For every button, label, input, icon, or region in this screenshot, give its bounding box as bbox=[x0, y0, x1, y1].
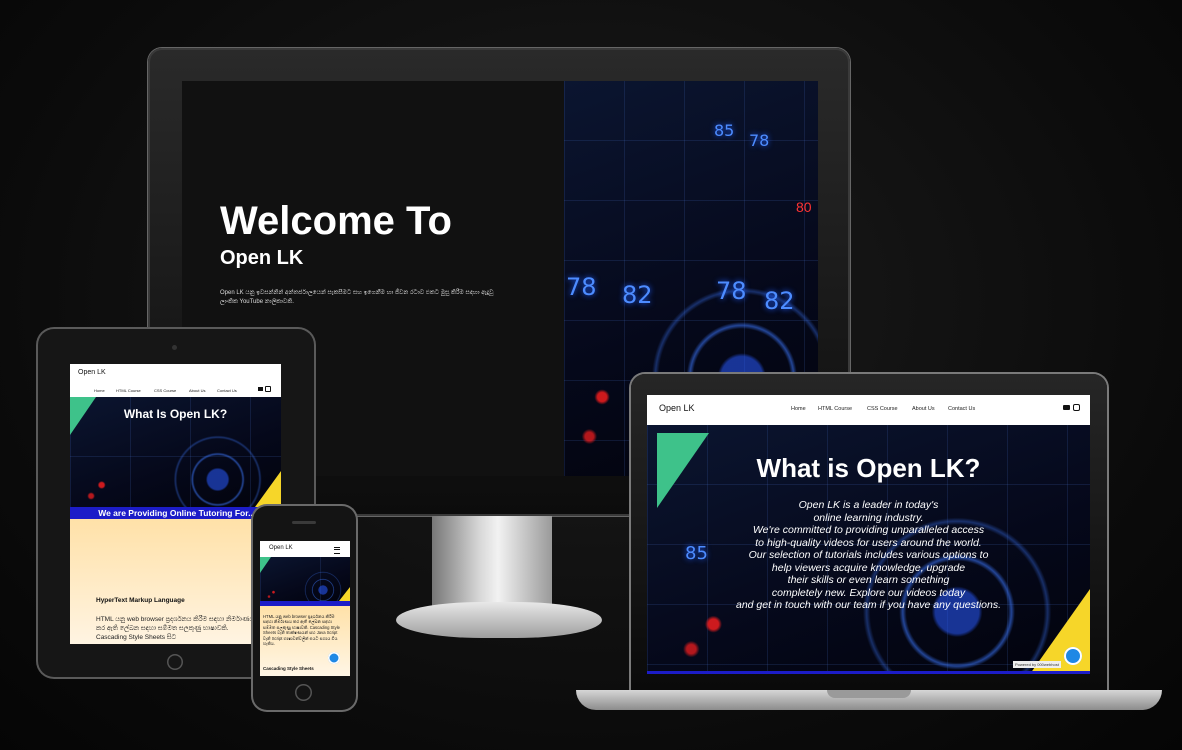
hud-digit: 82 bbox=[622, 281, 653, 309]
hero-subtitle: Open LK bbox=[220, 247, 304, 269]
instagram-icon[interactable] bbox=[1073, 404, 1080, 411]
nav-about-us[interactable]: About Us bbox=[912, 406, 935, 412]
monitor-base bbox=[396, 602, 602, 638]
section-title: HyperText Markup Language bbox=[96, 597, 185, 604]
hud-digit: 78 bbox=[566, 273, 597, 301]
laptop-notch bbox=[827, 690, 911, 698]
brand-logo[interactable]: Open LK bbox=[269, 545, 293, 551]
nav-home[interactable]: Home bbox=[94, 388, 105, 393]
nav-about-us[interactable]: About Us bbox=[189, 388, 205, 393]
hud-digit: 80 bbox=[796, 199, 812, 215]
section-text: HTML යනු web browser ප්‍රදර්ශනය කිරීම සඳ… bbox=[263, 614, 340, 647]
chat-bubble-icon[interactable] bbox=[1064, 647, 1082, 665]
tutoring-banner: We are Providing Online Tutoring For.. bbox=[70, 507, 281, 519]
nav-contact-us[interactable]: Contact Us bbox=[948, 406, 975, 412]
phone-navbar: Open LK bbox=[260, 541, 350, 557]
nav-css-course[interactable]: CSS Course bbox=[867, 406, 898, 412]
phone-speaker bbox=[292, 521, 316, 524]
section-title: Cascading Style Sheets bbox=[263, 666, 314, 671]
tablet-hero: What Is Open LK? bbox=[70, 397, 281, 507]
hero-title: What Is Open LK? bbox=[123, 407, 228, 421]
tablet-camera bbox=[172, 345, 177, 350]
phone-hero bbox=[260, 557, 350, 601]
monitor-stand bbox=[432, 516, 552, 611]
hud-digit: 85 bbox=[714, 121, 735, 140]
nav-html-course[interactable]: HTML Course bbox=[818, 406, 852, 412]
tablet-home-button[interactable] bbox=[167, 654, 183, 670]
chat-bubble-icon[interactable] bbox=[328, 652, 340, 664]
green-triangle bbox=[260, 557, 271, 573]
laptop-hero: What is Open LK? Open LK is a leader in … bbox=[647, 425, 1090, 674]
youtube-icon[interactable] bbox=[1063, 405, 1070, 410]
phone-home-button[interactable] bbox=[295, 684, 312, 701]
hero-title: Welcome To bbox=[220, 199, 452, 243]
hud-digit: 82 bbox=[764, 287, 795, 315]
laptop-navbar: Open LK Home HTML Course CSS Course Abou… bbox=[647, 395, 1090, 425]
nav-css-course[interactable]: CSS Course bbox=[154, 388, 176, 393]
nav-contact-us[interactable]: Contact Us bbox=[217, 388, 237, 393]
tablet-content: HyperText Markup Language HTML යනු web b… bbox=[70, 519, 281, 644]
yellow-triangle bbox=[255, 471, 281, 507]
hud-digit: 85 bbox=[685, 543, 708, 564]
powered-badge[interactable]: Powered by 000webhost bbox=[1013, 661, 1061, 668]
yellow-triangle bbox=[339, 587, 350, 601]
hud-digit: 78 bbox=[716, 277, 747, 305]
phone-screen: Open LK HTML යනු web browser ප්‍රදර්ශනය … bbox=[260, 541, 350, 676]
brand-logo[interactable]: Open LK bbox=[78, 369, 106, 376]
nav-home[interactable]: Home bbox=[791, 406, 806, 412]
instagram-icon[interactable] bbox=[265, 386, 271, 392]
hud-digit: 78 bbox=[749, 131, 770, 150]
laptop-screen: Open LK Home HTML Course CSS Course Abou… bbox=[647, 395, 1090, 674]
tablet-screen: Open LK Home HTML Course CSS Course Abou… bbox=[70, 364, 281, 644]
hero-text: Open LK is a leader in today's online le… bbox=[736, 499, 1001, 611]
hero-title: What is Open LK? bbox=[756, 453, 981, 483]
brand-logo[interactable]: Open LK bbox=[659, 403, 695, 413]
tablet-navbar: Open LK Home HTML Course CSS Course Abou… bbox=[70, 364, 281, 394]
nav-html-course[interactable]: HTML Course bbox=[116, 388, 141, 393]
hero-description: Open LK යනු ඉවසන්නින් අන්තර්ජාලයෙන් සැකස… bbox=[220, 290, 494, 305]
section-text: HTML යනු web browser ප්‍රදර්ශනය කිරීම සඳ… bbox=[96, 616, 255, 641]
hamburger-icon-bar bbox=[334, 549, 340, 550]
phone-content: HTML යනු web browser ප්‍රදර්ශනය කිරීම සඳ… bbox=[260, 606, 350, 676]
hero-bottom-bar bbox=[647, 671, 1090, 674]
youtube-icon[interactable] bbox=[258, 387, 263, 391]
